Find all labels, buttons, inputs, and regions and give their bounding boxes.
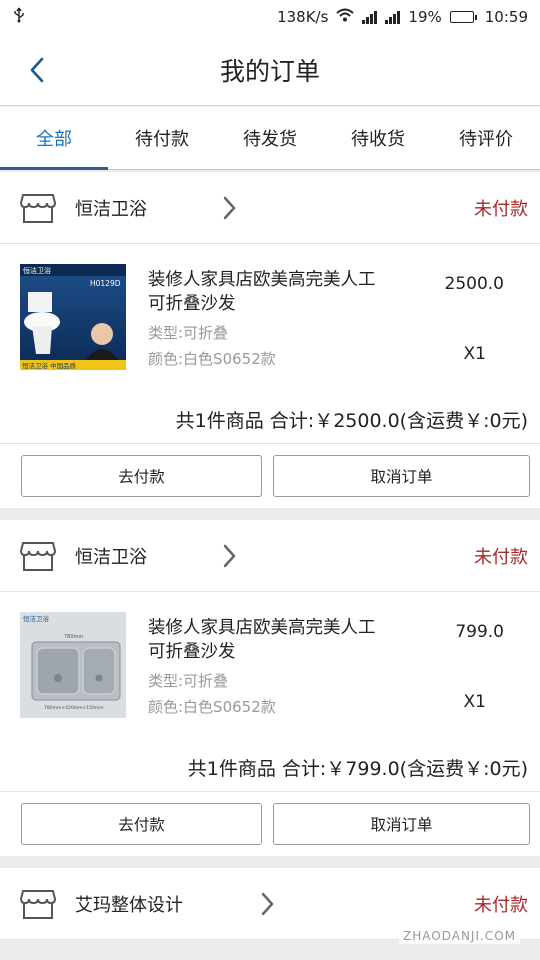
order-total: 共1件商品 合计:￥2500.0(含运费￥:0元) [175, 410, 528, 432]
slogan-text: 恒洁卫浴 中国品质 [22, 361, 77, 370]
store-icon [20, 193, 56, 223]
product-color: 颜色:白色S0652款 [148, 698, 276, 716]
shop-header[interactable]: 恒洁卫浴 未付款 [0, 520, 540, 592]
product-quantity: X1 [463, 692, 486, 712]
tab-pending-shipment[interactable]: 待发货 [216, 107, 324, 169]
clock: 10:59 [484, 8, 528, 26]
brand-text: 恒洁卫浴 [23, 266, 51, 275]
order-item[interactable]: 恒洁卫浴 780mm 780mm×420mm×150mm 装修人家具店欧美高完美… [0, 592, 540, 792]
cancel-order-button[interactable]: 取消订单 [273, 803, 530, 845]
product-quantity: X1 [463, 344, 486, 364]
watermark: ZHAODANJI.COM [399, 928, 520, 944]
brand-text: 恒洁卫浴 [23, 614, 50, 623]
app-header: 我的订单 [0, 34, 540, 106]
dim-top-text: 780mm [64, 634, 83, 640]
tab-pending-payment[interactable]: 待付款 [108, 107, 216, 169]
chevron-left-icon [30, 57, 44, 83]
usb-icon [12, 7, 26, 27]
signal-icon [385, 10, 401, 24]
signal-icon [362, 10, 378, 24]
shop-name: 恒洁卫浴 [75, 546, 147, 568]
net-speed: 138K/s [277, 8, 329, 26]
shop-header[interactable]: 恒洁卫浴 未付款 [0, 172, 540, 244]
dim-bottom-text: 780mm×420mm×150mm [44, 705, 104, 711]
product-title: 装修人家具店欧美高完美人工可折叠沙发 [148, 618, 376, 662]
order-total: 共1件商品 合计:￥799.0(含运费￥:0元) [187, 758, 528, 780]
store-icon [20, 889, 56, 919]
chevron-right-icon [261, 892, 274, 915]
order-status: 未付款 [474, 546, 528, 568]
shop-name: 恒洁卫浴 [75, 198, 147, 220]
store-icon [20, 541, 56, 571]
tab-all[interactable]: 全部 [0, 107, 108, 170]
order-status: 未付款 [474, 894, 528, 916]
product-price: 799.0 [455, 622, 504, 642]
order-actions: 去付款 取消订单 [0, 444, 540, 508]
product-price: 2500.0 [444, 274, 504, 294]
page-title: 我的订单 [219, 56, 320, 86]
order-card: 恒洁卫浴 未付款 恒洁卫浴 780mm 780mm×420mm×150mm 装修… [0, 520, 540, 856]
product-type: 类型:可折叠 [148, 672, 229, 690]
back-button[interactable] [26, 56, 50, 84]
order-card: 恒洁卫浴 未付款 恒洁卫浴 H0129D 恒洁卫浴 中国品质 装修人家具店欧美高… [0, 172, 540, 508]
order-tabs: 全部 待付款 待发货 待收货 待评价 [0, 107, 540, 170]
product-image: 恒洁卫浴 H0129D 恒洁卫浴 中国品质 [20, 264, 126, 370]
order-actions: 去付款 取消订单 [0, 792, 540, 856]
status-bar: 138K/s 19% 10:59 [0, 0, 540, 34]
battery-icon [449, 11, 477, 23]
product-image: 恒洁卫浴 780mm 780mm×420mm×150mm [20, 612, 126, 718]
shop-name: 艾玛整体设计 [75, 894, 183, 916]
order-status: 未付款 [474, 198, 528, 220]
pay-button[interactable]: 去付款 [21, 803, 262, 845]
tab-pending-review[interactable]: 待评价 [432, 107, 540, 169]
cancel-order-button[interactable]: 取消订单 [273, 455, 530, 497]
tab-pending-receipt[interactable]: 待收货 [324, 107, 432, 169]
pay-button[interactable]: 去付款 [21, 455, 262, 497]
product-title: 装修人家具店欧美高完美人工可折叠沙发 [148, 270, 376, 314]
wifi-icon [336, 8, 355, 26]
product-type: 类型:可折叠 [148, 324, 229, 342]
battery-percent: 19% [408, 8, 442, 26]
model-text: H0129D [90, 279, 121, 288]
product-color: 颜色:白色S0652款 [148, 350, 276, 368]
chevron-right-icon [223, 544, 236, 567]
chevron-right-icon [223, 196, 236, 219]
order-item[interactable]: 恒洁卫浴 H0129D 恒洁卫浴 中国品质 装修人家具店欧美高完美人工可折叠沙发… [0, 244, 540, 444]
